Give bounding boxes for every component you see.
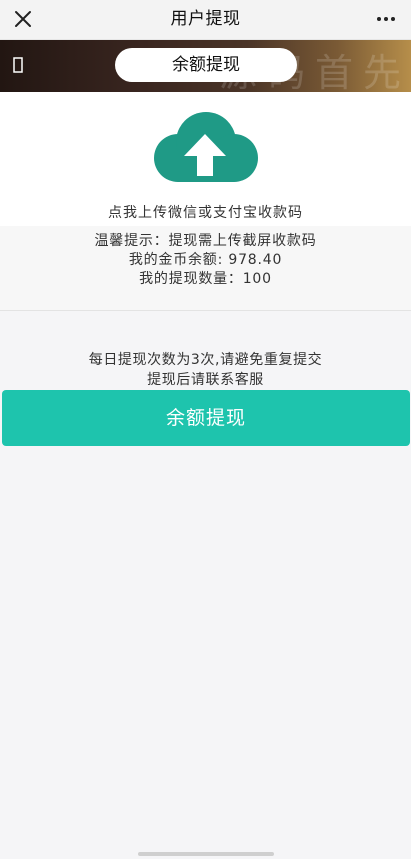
withdraw-notice: 每日提现次数为3次,请避免重复提交 提现后请联系客服	[0, 350, 411, 390]
withdraw-count: 我的提现数量：100	[139, 271, 272, 287]
withdraw-page: 用户提现 源码首先 余额提现 点我上传微信或支付宝收款码 温馨提示：提现需上传截…	[0, 0, 411, 859]
top-nav-bar: 用户提现	[0, 0, 411, 40]
divider	[0, 310, 411, 311]
home-indicator	[138, 852, 274, 856]
cloud-upload-icon[interactable]	[150, 110, 260, 184]
notice-line-2: 提现后请联系客服	[147, 372, 264, 388]
upload-card: 点我上传微信或支付宝收款码	[0, 92, 411, 226]
withdraw-button[interactable]: 余额提现	[2, 390, 410, 446]
more-dots-icon[interactable]	[371, 6, 401, 32]
coin-balance: 我的金币余额: 978.40	[128, 252, 283, 268]
back-arrow-icon[interactable]	[8, 54, 28, 76]
balance-withdraw-tab[interactable]: 余额提现	[115, 48, 297, 82]
account-info: 温馨提示：提现需上传截屏收款码 我的金币余额: 978.40 我的提现数量：10…	[0, 226, 411, 310]
upload-qr-label[interactable]: 点我上传微信或支付宝收款码	[0, 202, 411, 222]
page-title: 用户提现	[170, 9, 241, 29]
tip-text: 温馨提示：提现需上传截屏收款码	[94, 233, 317, 249]
notice-line-1: 每日提现次数为3次,请避免重复提交	[88, 352, 323, 368]
header-banner: 源码首先 余额提现	[0, 40, 411, 92]
